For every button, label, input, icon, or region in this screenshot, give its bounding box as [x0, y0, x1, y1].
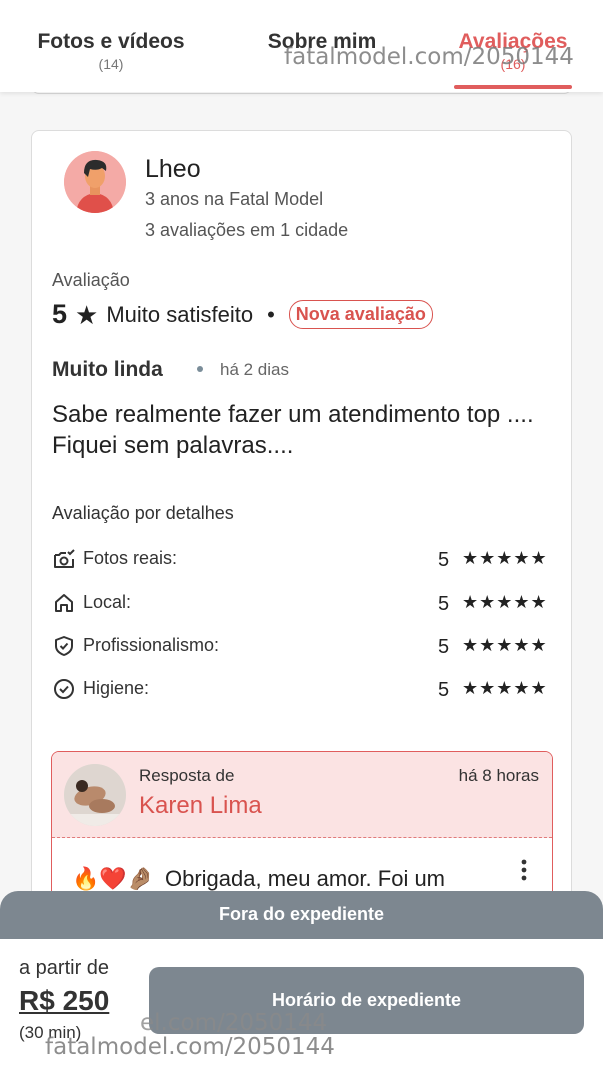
availability-status: Fora do expediente [218, 904, 385, 924]
reviewer-name: Lheo [145, 155, 201, 183]
response-emojis: 🔥❤️🤌🏽 [72, 866, 155, 891]
responder-name[interactable]: Karen Lima [139, 792, 262, 820]
price-prefix: a partir de [19, 957, 110, 979]
rating-text: Muito satisfeito [106, 301, 254, 327]
detail-row-real-photos: Fotos reais: 5 ★★★★★ [52, 547, 552, 575]
detail-score: 5 [438, 593, 450, 615]
rating-row: 5 ★ Muito satisfeito • Nova avaliação [52, 299, 433, 330]
camera-check-icon [54, 549, 75, 568]
response-text: Obrigada, meu amor. Foi um [165, 866, 446, 891]
separator-dot-icon [197, 366, 203, 372]
rating-value: 5 [52, 299, 68, 329]
profile-photo-icon [64, 764, 126, 826]
detail-row-hygiene: Higiene: 5 ★★★★★ [52, 677, 552, 705]
new-review-badge: Nova avaliação [288, 300, 433, 329]
detail-score: 5 [438, 549, 450, 571]
tab-photos-videos[interactable]: Fotos e vídeos (14) [31, 30, 191, 72]
detail-stars: ★★★★★ [462, 635, 548, 655]
response-time: há 8 horas [458, 766, 539, 785]
review-time: há 2 dias [220, 360, 289, 379]
detail-label: Fotos reais: [83, 548, 178, 568]
shield-check-icon [55, 636, 73, 656]
check-circle-icon [54, 679, 74, 699]
active-tab-indicator [454, 85, 572, 89]
tab-label: Fotos e vídeos [37, 30, 185, 53]
reviewer-review-count: 3 avaliações em 1 cidade [145, 220, 349, 240]
review-title: Muito linda [52, 358, 163, 381]
reviewer-avatar [64, 151, 126, 213]
response-header: Resposta de Karen Lima há 8 horas [52, 752, 552, 838]
detail-score: 5 [438, 679, 450, 701]
watermark: el.com/2050144 [140, 1010, 328, 1036]
detail-label: Local: [83, 592, 132, 612]
responder-avatar [64, 764, 126, 826]
rating-label: Avaliação [52, 270, 130, 290]
home-icon [55, 594, 73, 612]
watermark: fatalmodel.com/2050144 [45, 1034, 335, 1060]
detail-stars: ★★★★★ [462, 592, 548, 612]
separator-dot: • [267, 301, 275, 327]
detail-stars: ★★★★★ [462, 678, 548, 698]
detail-stars: ★★★★★ [462, 548, 548, 568]
price-link[interactable]: R$ 250 [19, 985, 109, 1017]
more-options-icon[interactable] [520, 858, 528, 882]
details-title: Avaliação por detalhes [52, 503, 234, 523]
response-label: Resposta de [139, 766, 235, 785]
person-icon [64, 151, 126, 213]
detail-row-professionalism: Profissionalismo: 5 ★★★★★ [52, 634, 552, 662]
detail-row-location: Local: 5 ★★★★★ [52, 591, 552, 619]
reviewer-tenure: 3 anos na Fatal Model [145, 189, 324, 209]
star-icon: ★ [75, 299, 99, 330]
tab-count: (14) [98, 56, 124, 72]
detail-score: 5 [438, 636, 450, 658]
detail-label: Higiene: [83, 678, 150, 698]
watermark: fatalmodel.com/2050144 [284, 44, 574, 70]
detail-label: Profissionalismo: [83, 635, 220, 655]
review-body: Sabe realmente fazer um atendimento top … [52, 401, 534, 459]
review-card: Lheo 3 anos na Fatal Model 3 avaliações … [31, 130, 572, 950]
